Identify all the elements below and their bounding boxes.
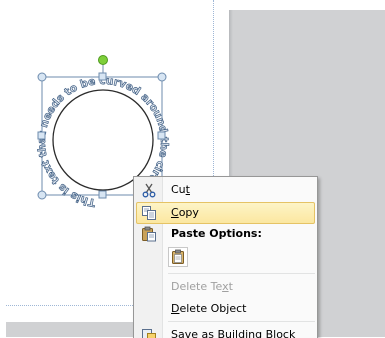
menu-item-save-building-block[interactable]: Save as Building Block [136,324,315,338]
word-document-canvas: This is text that needs to be curved aro… [0,0,385,337]
menu-item-cut-label: Cut [171,179,190,201]
menu-item-delete-object[interactable]: Delete Object [136,298,315,320]
menu-separator [168,273,315,274]
copy-icon [141,205,157,221]
menu-separator [168,321,315,322]
menu-item-save-building-block-label: Save as Building Block [171,324,295,338]
circle-shape[interactable] [53,90,153,190]
paste-keep-formatting-icon [170,249,186,269]
paste-icon [141,226,157,242]
scissors-icon [141,182,157,198]
paste-keep-formatting-button[interactable] [168,247,188,267]
menu-item-cut[interactable]: Cut [136,179,315,201]
building-block-icon [141,327,157,338]
resize-handle-bottom[interactable] [99,191,106,198]
menu-item-delete-object-label: Delete Object [171,298,246,320]
resize-handle-top-left[interactable] [38,73,46,81]
resize-handle-top-right[interactable] [158,73,166,81]
menu-item-copy[interactable]: Copy [136,202,315,224]
menu-item-delete-text: Delete Text [136,276,315,298]
menu-item-copy-label: Copy [171,203,199,223]
resize-handle-left[interactable] [38,132,45,139]
paste-options-label: Paste Options: [171,223,262,245]
menu-item-delete-text-label: Delete Text [171,276,233,298]
resize-handle-top[interactable] [99,73,106,80]
rotation-handle[interactable] [99,56,108,65]
resize-handle-bottom-left[interactable] [38,191,46,199]
resize-handle-right[interactable] [158,132,165,139]
context-menu: Cut Copy [133,176,318,338]
menu-header-paste-options: Paste Options: [136,223,315,245]
